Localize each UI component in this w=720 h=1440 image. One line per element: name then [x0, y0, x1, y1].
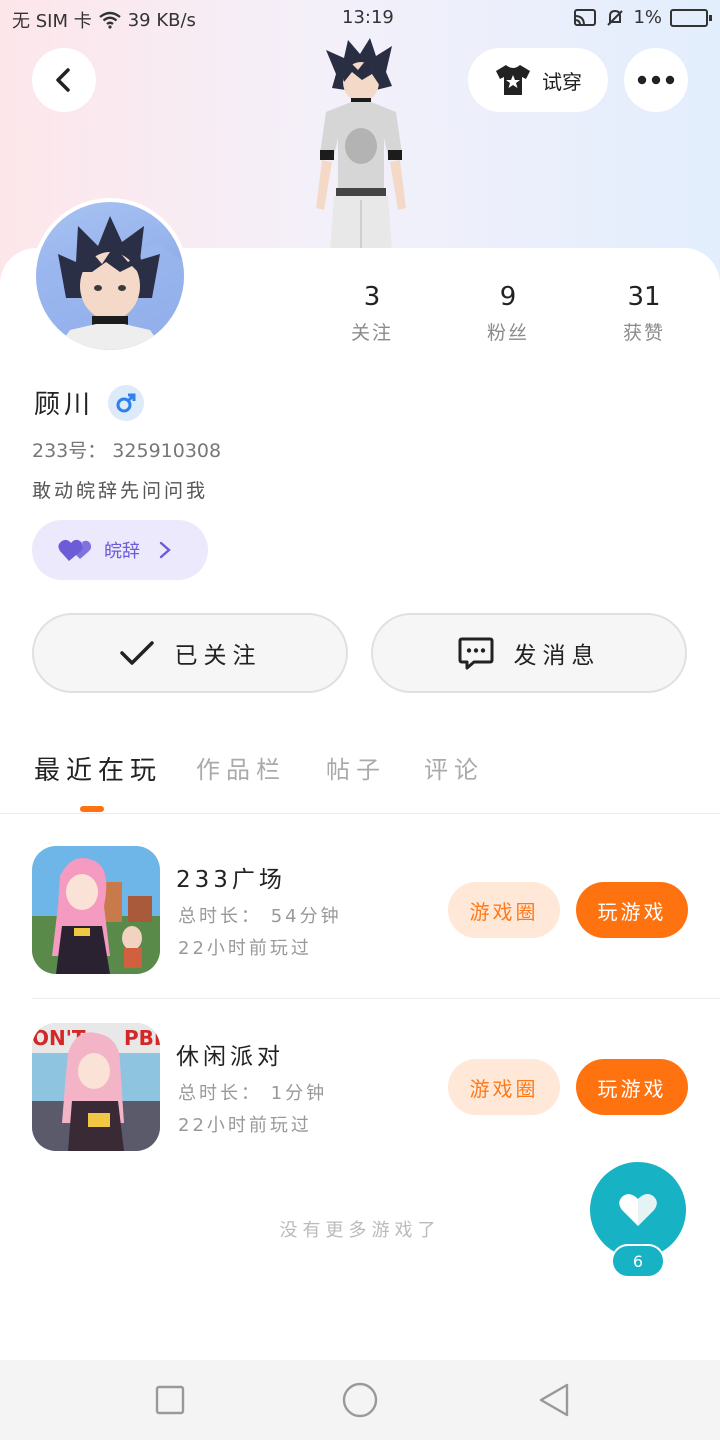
square-icon [155, 1385, 185, 1415]
svg-text:PBL: PBL [124, 1026, 160, 1050]
stat-value: 3 [363, 282, 381, 312]
like-count-badge: 6 [611, 1244, 665, 1278]
send-message-button[interactable]: 发消息 [371, 613, 687, 693]
stat-likes[interactable]: 31 获赞 [584, 282, 704, 345]
profile-screen: 无 SIM 卡 39 KB/s 13:19 1% 试穿 3 关注 9 粉丝 31… [0, 0, 720, 1440]
game-circle-button[interactable]: 游戏圈 [448, 1059, 560, 1115]
more-button[interactable] [624, 48, 688, 112]
tab-comments[interactable]: 评论 [424, 750, 484, 785]
more-dots-icon [637, 75, 675, 85]
tab-recently-played[interactable]: 最近在玩 [34, 750, 162, 787]
mute-bell-icon [607, 9, 624, 26]
avatar[interactable] [32, 198, 188, 354]
status-right: 1% [573, 7, 712, 28]
back-key[interactable] [534, 1382, 574, 1418]
following-button[interactable]: 已关注 [32, 613, 348, 693]
network-speed: 39 KB/s [127, 9, 196, 31]
profile-tabs: 最近在玩 作品栏 帖子 评论 [34, 750, 694, 790]
game-row[interactable]: ON'T PBL 休闲派对 总时长： 1分钟 22小时前玩过 游戏圈 玩游戏 [0, 1023, 720, 1153]
row-divider [32, 998, 720, 999]
system-nav-bar [0, 1360, 720, 1440]
nickname: 顾川 [34, 390, 95, 420]
game-icon-casual-party: ON'T PBL [32, 1023, 160, 1151]
status-bar: 无 SIM 卡 39 KB/s 13:19 1% [0, 0, 720, 36]
tag-label: 皖辞 [104, 541, 140, 562]
relationship-tag[interactable]: 皖辞 [32, 520, 208, 580]
double-heart-icon [58, 539, 92, 561]
back-button[interactable] [32, 48, 96, 112]
battery-icon [670, 8, 712, 27]
last-played: 22小时前玩过 [178, 1115, 312, 1136]
tab-works[interactable]: 作品栏 [196, 750, 286, 785]
recents-key[interactable] [150, 1382, 190, 1418]
sim-status: 无 SIM 卡 [12, 11, 92, 32]
avatar-image [36, 202, 184, 350]
stat-value: 31 [627, 282, 661, 312]
game-name: 休闲派对 [176, 1044, 284, 1070]
home-key[interactable] [340, 1382, 380, 1418]
stat-label: 粉丝 [486, 322, 529, 344]
heart-icon [619, 1194, 657, 1226]
game-icon-233-plaza [32, 846, 160, 974]
try-on-button[interactable]: 试穿 [468, 48, 608, 112]
following-label: 已关注 [174, 643, 262, 669]
tab-posts[interactable]: 帖子 [326, 750, 386, 785]
game-circle-button[interactable]: 游戏圈 [448, 882, 560, 938]
try-on-label: 试穿 [542, 69, 582, 94]
gender-badge [108, 385, 144, 421]
play-game-button[interactable]: 玩游戏 [576, 1059, 688, 1115]
user-id: 233号： 325910308 [32, 440, 222, 462]
wifi-icon [98, 11, 121, 29]
chevron-right-icon [159, 541, 171, 559]
cast-icon [574, 8, 597, 26]
chat-bubble-icon [458, 637, 493, 670]
play-game-button[interactable]: 玩游戏 [576, 882, 688, 938]
send-message-label: 发消息 [513, 643, 601, 669]
avatar-figure [316, 38, 406, 250]
stat-following[interactable]: 3 关注 [312, 282, 432, 345]
status-left: 无 SIM 卡 39 KB/s [12, 7, 196, 33]
back-arrow-icon [56, 68, 70, 92]
bio: 敢动皖辞先问问我 [32, 480, 209, 502]
stat-label: 关注 [350, 322, 393, 344]
battery-percent: 1% [633, 7, 662, 28]
play-duration: 总时长： 1分钟 [178, 1083, 328, 1104]
game-name: 233广场 [176, 867, 286, 893]
stat-value: 9 [499, 282, 517, 312]
game-row[interactable]: 233广场 总时长： 54分钟 22小时前玩过 游戏圈 玩游戏 [0, 846, 720, 976]
last-played: 22小时前玩过 [178, 938, 312, 959]
shirt-icon [496, 65, 530, 95]
circle-icon [342, 1382, 378, 1418]
stat-fans[interactable]: 9 粉丝 [448, 282, 568, 345]
tabs-divider [0, 813, 720, 814]
stat-label: 获赞 [622, 322, 665, 344]
check-icon [119, 641, 154, 665]
clock: 13:19 [342, 7, 394, 28]
play-duration: 总时长： 54分钟 [178, 906, 342, 927]
triangle-back-icon [539, 1383, 569, 1417]
tab-indicator [80, 806, 104, 812]
male-icon [116, 393, 136, 413]
